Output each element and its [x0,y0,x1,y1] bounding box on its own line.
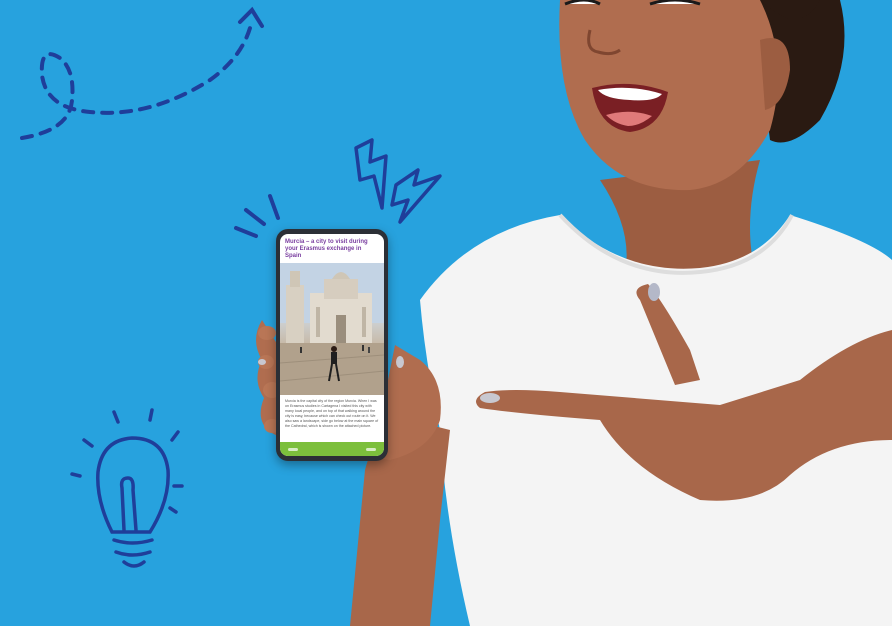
article-title[interactable]: Murcia – a city to visit during your Era… [280,234,384,263]
nav-next-button[interactable] [366,447,376,451]
phone-screen: Murcia – a city to visit during your Era… [280,234,384,456]
cathedral-photo [280,263,384,395]
smartphone: Murcia – a city to visit during your Era… [276,229,388,461]
article-body: Murcia is the capital city of the region… [285,399,379,428]
article-photo [280,263,384,395]
woman-pointing [256,0,892,626]
bottom-nav-bar [280,442,384,456]
scene: Murcia – a city to visit during your Era… [0,0,892,626]
nav-back-button[interactable] [288,447,298,451]
